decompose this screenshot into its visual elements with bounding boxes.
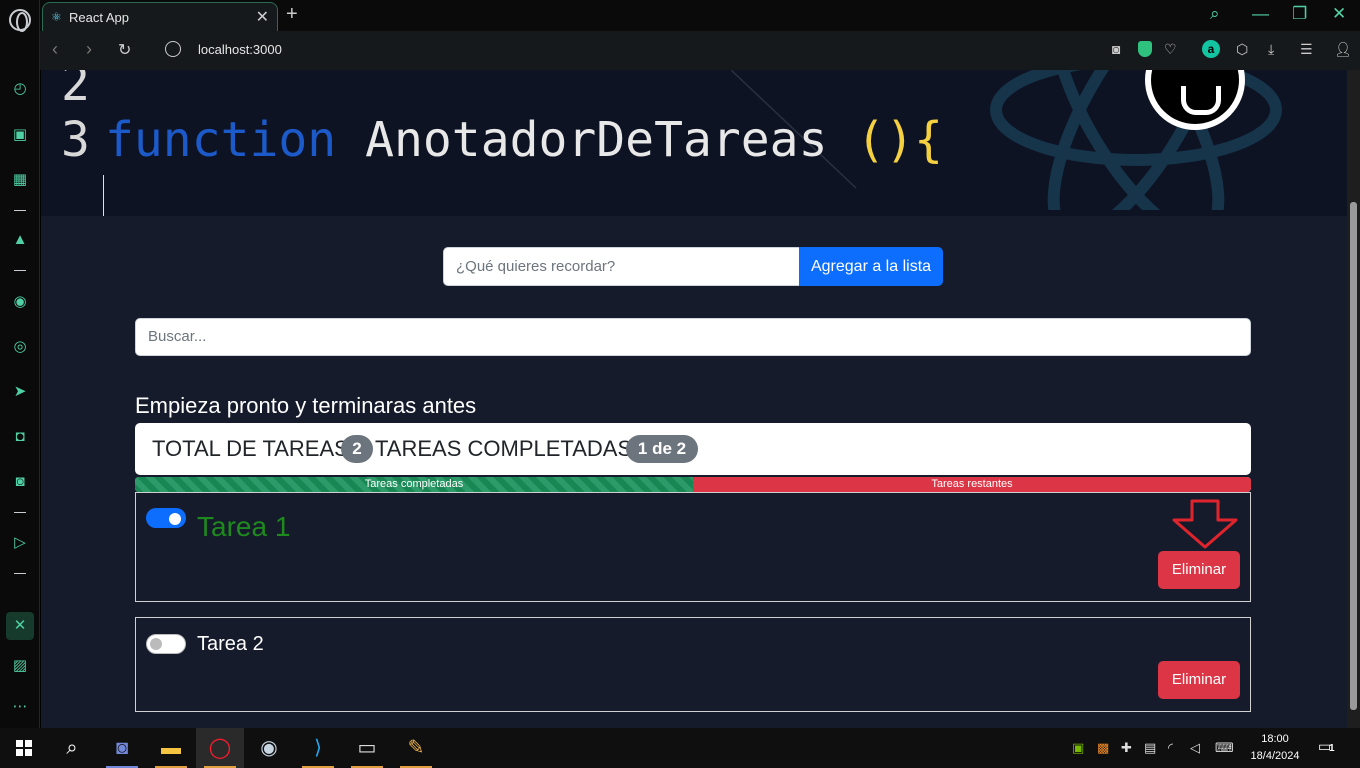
code-brace: { [914, 112, 944, 168]
search-icon[interactable]: ⌕ [48, 728, 96, 768]
paint-app-icon[interactable]: ✎ [392, 728, 440, 768]
telegram-icon[interactable]: ➤ [10, 382, 30, 402]
text-cursor [103, 175, 104, 216]
minimize-button[interactable]: — [1252, 4, 1269, 24]
hero-banner: 2 3 function AnotadorDeTareas (){ [41, 70, 1347, 216]
tab-bar: ⚛ React App ✕ + ⌕ — ❐ ✕ [40, 0, 1360, 31]
completed-tasks-badge: 1 de 2 [626, 435, 698, 463]
chip-icon[interactable]: ▦ [10, 170, 30, 190]
clock-time: 18:00 [1261, 733, 1289, 745]
close-tab-icon[interactable]: ✕ [256, 7, 269, 27]
extensions-icon[interactable]: ⬡ [1236, 41, 1248, 58]
task-card: Tarea 2 Eliminar [135, 617, 1251, 712]
line-number-2: 2 [61, 70, 90, 112]
code-keyword: function [105, 112, 337, 168]
tools-icon[interactable]: ✕ [10, 616, 30, 636]
total-tasks-badge: 2 [341, 435, 373, 463]
task-done-toggle[interactable] [146, 508, 186, 528]
steam-app-icon[interactable]: ◉ [245, 728, 293, 768]
aria-button-icon[interactable]: a [1202, 40, 1220, 58]
tab-react-app[interactable]: ⚛ React App ✕ [42, 2, 278, 31]
back-icon[interactable]: ‹ [52, 39, 58, 60]
terminal-app-icon[interactable]: ▭ [343, 728, 391, 768]
gallery-icon[interactable]: ▨ [10, 656, 30, 676]
instagram-icon[interactable]: ◘ [10, 427, 30, 447]
bag-icon[interactable]: ▣ [10, 125, 30, 145]
search-tabs-icon[interactable]: ⌕ [1210, 4, 1220, 24]
system-clock[interactable]: 18:00 18/4/2024 [1244, 731, 1306, 765]
download-icon[interactable]: ⤓ [1268, 41, 1274, 58]
notifications-icon[interactable]: ▭ 1 [1318, 738, 1338, 758]
task-stats-bar: TOTAL DE TAREAS 2 TAREAS COMPLETADAS: 1 … [135, 423, 1251, 475]
scroll-thumb[interactable] [1350, 202, 1357, 710]
notification-count: 1 [1329, 743, 1335, 754]
task-done-toggle[interactable] [146, 634, 186, 654]
whatsapp-icon[interactable]: ◎ [10, 337, 30, 357]
sidebar-divider [14, 270, 26, 271]
sidebar-divider [14, 573, 26, 574]
browser-sidebar: ◴ ▣ ▦ ▲ ◉ ◎ ➤ ◘ ◙ ▷ ✕ ▨ ⋯ [0, 0, 40, 728]
windows-start-icon[interactable] [16, 740, 32, 756]
reload-icon[interactable]: ↻ [118, 40, 131, 60]
messenger-icon[interactable]: ◉ [10, 292, 30, 312]
tray-icon[interactable]: ▤ [1144, 740, 1156, 756]
tray-icon[interactable]: ✚ [1121, 740, 1132, 756]
player-icon[interactable]: ▷ [10, 533, 30, 553]
tab-title: React App [69, 10, 129, 25]
app-tray-icon[interactable]: ▩ [1097, 740, 1109, 756]
vscode-app-icon[interactable]: ⟩ [294, 728, 342, 768]
url-field[interactable]: localhost:3000 [198, 42, 282, 57]
total-tasks-label: TOTAL DE TAREAS [152, 436, 349, 461]
task-name: Tarea 1 [197, 511, 291, 542]
progress-remaining: Tareas restantes [693, 477, 1251, 492]
progress-completed: Tareas completadas [135, 477, 693, 492]
windows-taskbar: ⌕ ◙ ▬ ◯ ◉ ⟩ ▭ ✎ ▣ ▩ ✚ ▤ ◜ ◁ ⌨ 18:00 18/4… [0, 728, 1360, 768]
delete-task-button[interactable]: Eliminar [1158, 551, 1240, 589]
opera-logo-icon[interactable] [9, 9, 31, 32]
volume-icon[interactable]: ◁ [1190, 740, 1200, 756]
react-favicon-icon: ⚛ [51, 10, 62, 24]
code-line: function AnotadorDeTareas (){ [105, 112, 943, 168]
arrow-down-icon [1172, 499, 1238, 549]
heart-icon[interactable]: ♡ [1164, 41, 1177, 58]
new-tab-button[interactable]: + [286, 3, 298, 26]
discord-app-icon[interactable]: ◙ [98, 728, 146, 768]
task-name: Tarea 2 [197, 633, 264, 655]
task-card: Tarea 1 Eliminar [135, 492, 1251, 602]
profile-icon[interactable]: 👤︎ [1334, 41, 1352, 58]
sidebar-divider [14, 210, 26, 211]
wifi-icon[interactable]: ◜ [1168, 740, 1173, 756]
opera-app-icon[interactable]: ◯ [196, 728, 244, 768]
easy-setup-icon[interactable]: ☰ [1300, 41, 1313, 58]
speed-dial-icon[interactable]: ◴ [10, 79, 30, 99]
adblock-shield-icon[interactable] [1138, 41, 1152, 57]
sidebar-divider [14, 512, 26, 513]
restore-button[interactable]: ❐ [1292, 4, 1307, 24]
camera-icon[interactable]: ◙ [1112, 41, 1120, 57]
page-viewport: 2 3 function AnotadorDeTareas (){ ¿Qué q… [41, 70, 1347, 728]
add-task-button[interactable]: Agregar a la lista [799, 247, 943, 286]
page-scrollbar[interactable] [1347, 70, 1360, 728]
completed-tasks-label: TAREAS COMPLETADAS: [375, 436, 639, 461]
task-progress-bar: Tareas completadas Tareas restantes [135, 477, 1251, 492]
discord-icon[interactable]: ◙ [10, 472, 30, 492]
motto-heading: Empieza pronto y terminaras antes [135, 393, 477, 418]
file-explorer-icon[interactable]: ▬ [147, 728, 195, 768]
code-parens: () [856, 112, 915, 168]
forward-icon[interactable]: › [86, 39, 92, 60]
globe-icon[interactable] [165, 41, 181, 57]
nvidia-tray-icon[interactable]: ▣ [1072, 740, 1084, 756]
clock-date: 18/4/2024 [1250, 750, 1300, 762]
aria-icon[interactable]: ▲ [10, 230, 30, 250]
close-window-button[interactable]: ✕ [1332, 4, 1346, 24]
more-icon[interactable]: ⋯ [10, 697, 30, 717]
address-bar: ‹ › ↻ localhost:3000 ◙ ♡ a ⬡ ⤓ ☰ 👤︎ [40, 31, 1360, 70]
code-function-name: AnotadorDeTareas [365, 112, 828, 168]
line-number-3: 3 [61, 112, 90, 168]
keyboard-icon[interactable]: ⌨ [1215, 740, 1234, 756]
search-input[interactable]: Buscar... [135, 318, 1251, 356]
new-task-input[interactable]: ¿Qué quieres recordar? [443, 247, 800, 286]
delete-task-button[interactable]: Eliminar [1158, 661, 1240, 699]
